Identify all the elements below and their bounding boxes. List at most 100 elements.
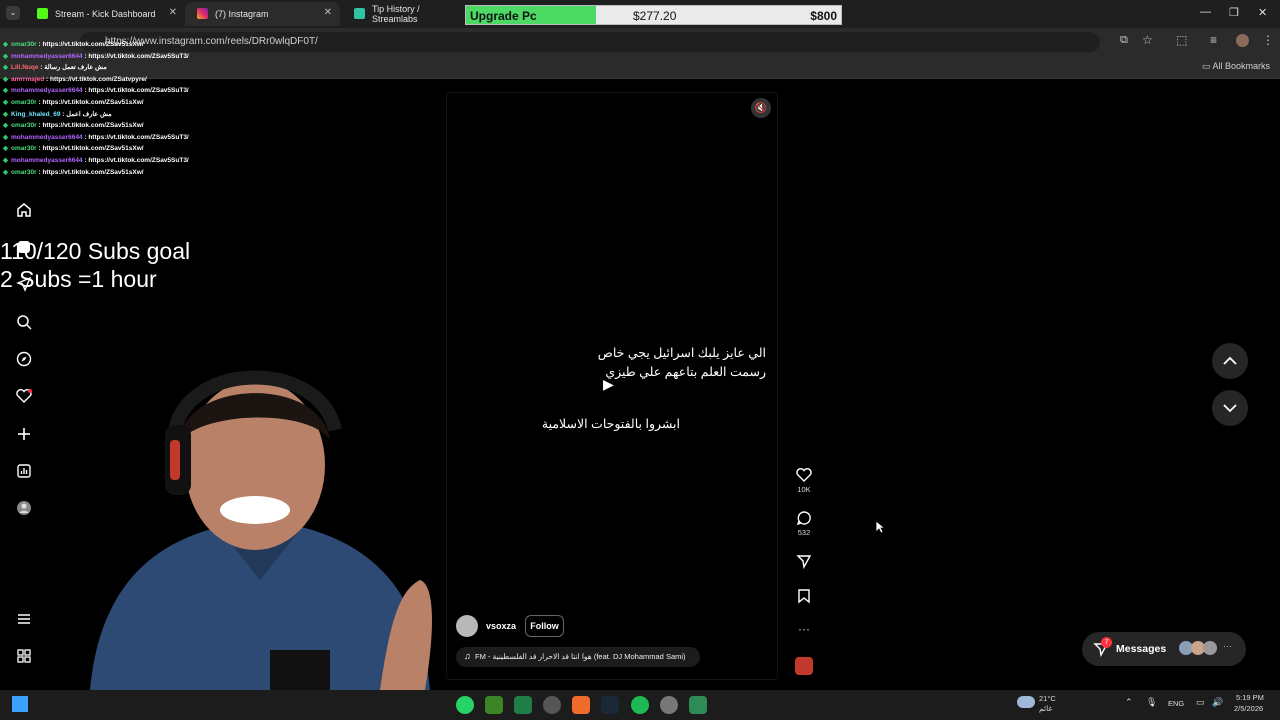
chat-username: mohammedyasser6644 bbox=[11, 87, 83, 95]
subs-goal-overlay: 110/120 Subs goal 2 Subs =1 hour bbox=[0, 237, 190, 293]
spotify-icon[interactable] bbox=[631, 696, 649, 714]
chat-badge-icon: ◆ bbox=[3, 133, 8, 141]
close-icon[interactable]: ✕ bbox=[169, 7, 177, 18]
music-note-icon: ♫ bbox=[464, 651, 471, 661]
more-vert-icon[interactable]: ⋮ bbox=[1262, 33, 1274, 47]
goal-target: $800 bbox=[810, 9, 837, 23]
chat-username: omar30r bbox=[11, 145, 37, 153]
more-options-icon[interactable]: ··· bbox=[790, 622, 818, 636]
home-icon[interactable] bbox=[14, 200, 34, 220]
chat-text: مش عارف اعمل bbox=[66, 110, 112, 118]
search-icon[interactable] bbox=[14, 312, 34, 332]
chat-message: ◆ mohammedyasser6644 : https://vt.tiktok.… bbox=[3, 132, 233, 144]
tab-kick-dashboard[interactable]: Stream - Kick Dashboard ✕ bbox=[25, 2, 185, 26]
previous-reel-button[interactable] bbox=[1212, 343, 1248, 379]
goal-current: $277.20 bbox=[633, 9, 677, 23]
all-bookmarks-label: All Bookmarks bbox=[1212, 61, 1270, 71]
heart-icon[interactable] bbox=[14, 386, 34, 406]
chat-message: ◆ Lili.Nuqe : مش عارف تعمل رسالة bbox=[3, 62, 233, 74]
app-icon[interactable] bbox=[572, 696, 590, 714]
close-icon[interactable]: ✕ bbox=[324, 7, 332, 18]
chat-badge-icon: ◆ bbox=[3, 156, 8, 164]
mouse-cursor bbox=[875, 520, 886, 539]
donation-goal-bar: Upgrade Pc $277.20 $800 bbox=[465, 5, 842, 25]
create-icon[interactable] bbox=[14, 424, 34, 444]
chat-username: omar30r bbox=[11, 122, 37, 130]
cloud-icon bbox=[1017, 696, 1035, 708]
install-icon[interactable]: ⧉ bbox=[1120, 34, 1128, 47]
weather-temp[interactable]: 21°C bbox=[1039, 694, 1056, 703]
chat-message: ◆ amrrmajed : https://vt.tiktok.com/ZSatv… bbox=[3, 74, 233, 86]
chat-text: مش عارف تعمل رسالة bbox=[44, 64, 107, 72]
audio-thumbnail[interactable] bbox=[795, 657, 813, 675]
clock-time[interactable]: 5:19 PM bbox=[1236, 693, 1264, 702]
chevron-up-icon[interactable]: ⌃ bbox=[1125, 697, 1133, 708]
comment-button[interactable]: 532 bbox=[790, 510, 818, 537]
all-bookmarks-button[interactable]: ▭ All Bookmarks bbox=[1202, 61, 1270, 72]
next-reel-button[interactable] bbox=[1212, 390, 1248, 426]
save-button[interactable] bbox=[790, 588, 818, 606]
chat-badge-icon: ◆ bbox=[3, 145, 8, 153]
chat-badge-icon: ◆ bbox=[3, 168, 8, 176]
menu-icon[interactable] bbox=[14, 609, 34, 629]
extensions-icon[interactable]: ⬚ bbox=[1176, 33, 1187, 47]
chat-username: mohammedyasser6644 bbox=[11, 156, 83, 164]
chrome-icon[interactable] bbox=[543, 696, 561, 714]
steam-icon[interactable] bbox=[601, 696, 619, 714]
chat-message: ◆ mohammedyasser6644 : https://vt.tiktok.… bbox=[3, 85, 233, 97]
like-count: 10K bbox=[797, 485, 811, 494]
chat-text: https://vt.tiktok.com/ZSatvpyre/ bbox=[50, 75, 147, 83]
tab-title: (7) Instagram bbox=[215, 9, 269, 19]
chat-text: https://vt.tiktok.com/ZSav5SuT3/ bbox=[88, 87, 189, 95]
webcam-overlay bbox=[70, 370, 450, 690]
chat-message: ◆ mohammedyasser6644 : https://vt.tiktok.… bbox=[3, 51, 233, 63]
author-username[interactable]: vsoxza bbox=[486, 621, 516, 631]
restore-icon[interactable]: ❐ bbox=[1229, 6, 1239, 19]
reel-caption-line3: ابشروا بالفتوحات الاسلامية bbox=[541, 417, 680, 431]
close-window-icon[interactable]: ✕ bbox=[1258, 6, 1267, 19]
whatsapp-icon[interactable] bbox=[456, 696, 474, 714]
instagram-icon bbox=[197, 8, 208, 19]
tab-streamlabs[interactable]: Tip History / Streamlabs bbox=[342, 2, 462, 26]
language-indicator[interactable]: ENG bbox=[1168, 699, 1184, 708]
chat-text: https://vt.tiktok.com/ZSav5SuT3/ bbox=[88, 156, 189, 164]
network-icon[interactable]: ▭ bbox=[1196, 697, 1205, 708]
volume-icon[interactable]: 🔊 bbox=[1212, 697, 1223, 708]
excel-icon[interactable] bbox=[514, 696, 532, 714]
insights-icon[interactable] bbox=[14, 461, 34, 481]
sheets-icon[interactable] bbox=[689, 696, 707, 714]
avatar[interactable] bbox=[1236, 34, 1249, 47]
windows-start-icon[interactable] bbox=[12, 696, 28, 712]
tab-search-button[interactable]: ⌄ bbox=[6, 6, 20, 20]
play-icon[interactable]: ▶ bbox=[603, 376, 614, 393]
chat-username: amrrmajed bbox=[11, 75, 45, 83]
heart-icon bbox=[796, 468, 812, 482]
microphone-icon[interactable]: 🎙 bbox=[1146, 697, 1157, 708]
comment-count: 532 bbox=[797, 528, 811, 537]
profile-icon[interactable] bbox=[14, 498, 34, 518]
share-button[interactable] bbox=[790, 553, 818, 571]
music-pill[interactable]: ♫ FM - هوا انتا قد الاحرار قد الفلسطينية… bbox=[456, 647, 700, 667]
clock-date[interactable]: 2/5/2026 bbox=[1234, 704, 1263, 713]
settings-icon[interactable] bbox=[660, 696, 678, 714]
tab-instagram[interactable]: (7) Instagram ✕ bbox=[185, 2, 340, 26]
chat-message: ◆ King_khaled_69 : مش عارف اعمل bbox=[3, 109, 233, 121]
chevron-down-icon bbox=[1223, 404, 1237, 413]
chat-message: ◆ omar30r : https://vt.tiktok.com/ZSav51s… bbox=[3, 143, 233, 155]
chat-text: https://vt.tiktok.com/ZSav51sXw/ bbox=[42, 122, 144, 130]
chat-text: https://vt.tiktok.com/ZSav51sXw/ bbox=[42, 145, 144, 153]
media-icon[interactable]: ≡ bbox=[1210, 33, 1217, 47]
subs-goal-line2: 2 Subs =1 hour bbox=[0, 266, 157, 292]
minecraft-icon[interactable] bbox=[485, 696, 503, 714]
mute-icon[interactable]: 🔇 bbox=[751, 98, 771, 118]
follow-button[interactable]: Follow bbox=[525, 615, 564, 637]
apps-icon[interactable] bbox=[14, 646, 34, 666]
messages-widget[interactable]: 7 Messages ··· bbox=[1082, 632, 1246, 666]
explore-icon[interactable] bbox=[14, 349, 34, 369]
like-button[interactable]: 10K bbox=[790, 467, 818, 494]
minimize-icon[interactable]: — bbox=[1200, 6, 1211, 18]
chat-badge-icon: ◆ bbox=[3, 64, 8, 72]
streamlabs-icon bbox=[354, 8, 365, 19]
author-avatar[interactable] bbox=[456, 615, 478, 637]
star-icon[interactable]: ☆ bbox=[1142, 33, 1153, 47]
